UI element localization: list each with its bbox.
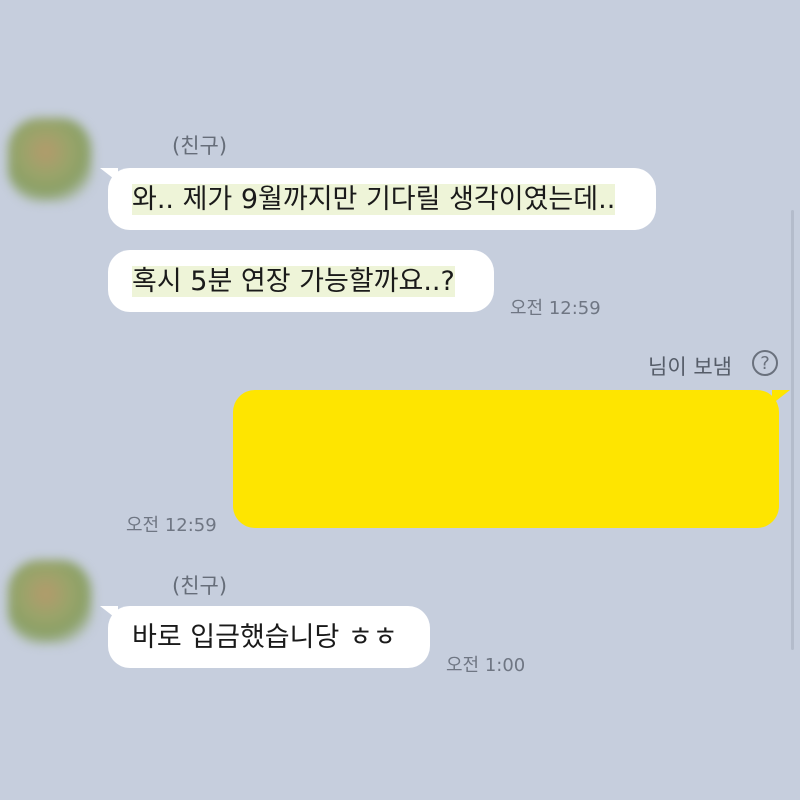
message-timestamp: 오전 1:00: [446, 655, 526, 676]
scrollbar[interactable]: [791, 210, 794, 650]
message-timestamp: 오전 12:59: [126, 515, 217, 536]
message-text: 와.. 제가 9월까지만 기다릴 생각이였는데..: [132, 183, 616, 215]
sender-name: (친구): [172, 574, 228, 598]
received-message-bubble[interactable]: 혹시 5분 연장 가능할까요..?: [108, 250, 494, 312]
message-text: 혹시 5분 연장 가능할까요..?: [132, 265, 455, 297]
sender-name: (친구): [172, 134, 228, 158]
sent-by-label: 님이 보냄: [648, 355, 732, 379]
received-message-bubble[interactable]: 와.. 제가 9월까지만 기다릴 생각이였는데..: [108, 168, 656, 230]
help-icon[interactable]: ?: [752, 350, 778, 376]
message-text: 바로 입금했습니당 ㅎㅎ: [132, 621, 398, 653]
friend-avatar[interactable]: [8, 560, 92, 644]
received-message-bubble[interactable]: 바로 입금했습니당 ㅎㅎ: [108, 606, 430, 668]
friend-avatar[interactable]: [8, 118, 92, 202]
bubble-tail: [772, 390, 790, 404]
sent-message-bubble[interactable]: [233, 390, 779, 528]
message-timestamp: 오전 12:59: [510, 298, 601, 319]
help-icon-glyph: ?: [760, 352, 770, 374]
